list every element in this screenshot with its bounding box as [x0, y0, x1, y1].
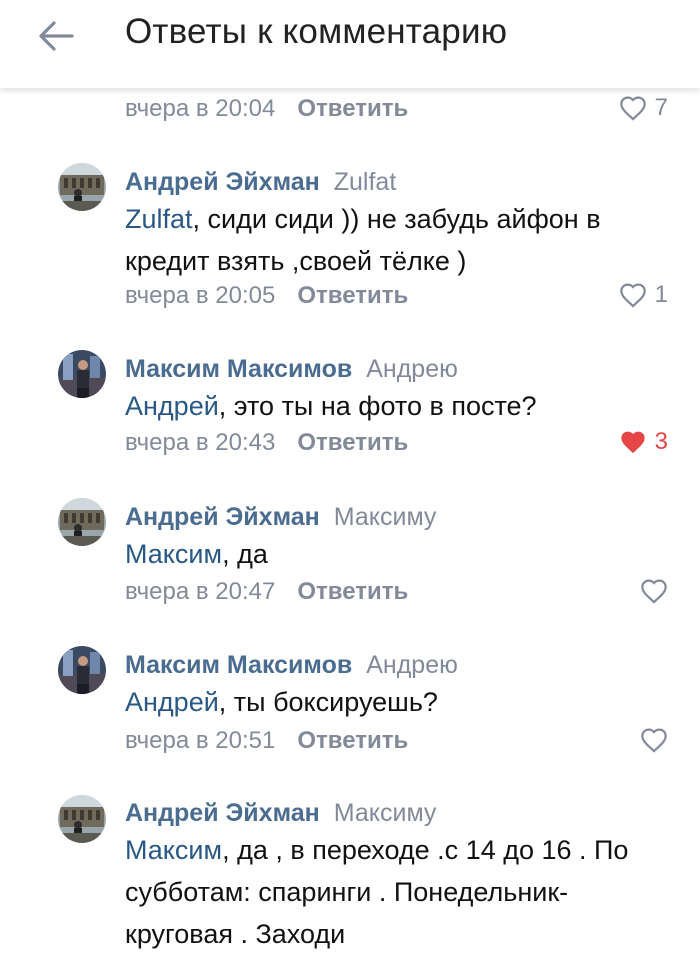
avatar-image [58, 498, 106, 546]
avatar[interactable] [58, 498, 106, 546]
like-button[interactable] [640, 727, 668, 753]
comment-meta: вчера в 20:47 Ответить [125, 578, 408, 606]
comment-text: Zulfat, сиди сиди )) не забудь айфон в к… [125, 198, 670, 282]
comment-body: , это ты на фото в посте? [218, 391, 537, 421]
reply-to[interactable]: Максиму [334, 503, 437, 531]
comment-body: , ты боксируешь? [218, 687, 438, 717]
comment-header: Андрей Эйхман Максиму [125, 503, 436, 532]
heart-icon [641, 728, 667, 753]
mention-link[interactable]: Андрей [125, 687, 219, 717]
comment-author[interactable]: Андрей Эйхман [125, 503, 320, 531]
reply-to[interactable]: Максиму [334, 799, 437, 827]
comment-author[interactable]: Максим Максимов [125, 651, 352, 679]
reply-button[interactable]: Ответить [297, 282, 408, 309]
reply-button[interactable]: Ответить [297, 429, 408, 456]
like-button[interactable] [640, 578, 668, 604]
comment-time: вчера в 20:43 [125, 429, 276, 456]
like-button[interactable]: 7 [619, 94, 668, 122]
comment-author[interactable]: Максим Максимов [125, 355, 352, 383]
heart-icon [641, 579, 667, 604]
reply-button[interactable]: Ответить [297, 727, 408, 754]
comment-body: , да [222, 539, 268, 569]
heart-icon [619, 283, 646, 308]
avatar-image [58, 350, 106, 398]
reply-button[interactable]: Ответить [297, 578, 408, 605]
reply-to[interactable]: Андрею [366, 355, 458, 383]
mention-link[interactable]: Zulfat [125, 204, 193, 234]
comment-text: Максим, да [125, 533, 670, 575]
comment-meta: вчера в 20:05 Ответить [125, 282, 408, 310]
comment-text: Максим, да , в переходе .с 14 до 16 . По… [125, 829, 670, 955]
avatar[interactable] [58, 646, 106, 694]
comment-meta: вчера в 20:04 Ответить [125, 95, 408, 123]
like-button[interactable]: 3 [619, 428, 668, 456]
comment-time: вчера в 20:05 [125, 282, 276, 309]
comment-header: Андрей Эйхман Zulfat [125, 168, 396, 197]
comment-text: Андрей, это ты на фото в посте? [125, 385, 670, 427]
comment-header: Андрей Эйхман Максиму [125, 799, 436, 828]
comment-meta: вчера в 20:51 Ответить [125, 727, 408, 755]
comment-author[interactable]: Андрей Эйхман [125, 799, 320, 827]
avatar[interactable] [58, 350, 106, 398]
avatar[interactable] [58, 795, 106, 843]
arrow-left-icon [39, 21, 74, 51]
top-app-bar: Ответы к комментарию [0, 0, 700, 88]
mention-link[interactable]: Максим [125, 539, 222, 569]
comment-time: вчера в 20:04 [125, 95, 276, 122]
like-count: 7 [654, 94, 668, 121]
like-count: 1 [654, 281, 668, 308]
comment-author[interactable]: Андрей Эйхман [125, 168, 320, 196]
mention-link[interactable]: Андрей [125, 391, 219, 421]
page-title: Ответы к комментарию [125, 12, 508, 51]
reply-button[interactable]: Ответить [297, 95, 408, 122]
back-button[interactable] [36, 18, 76, 54]
avatar-image [58, 163, 106, 211]
avatar[interactable] [58, 163, 106, 211]
comment-header: Максим Максимов Андрею [125, 355, 458, 384]
comment-header: Максим Максимов Андрею [125, 651, 458, 680]
comment-meta: вчера в 20:43 Ответить [125, 429, 408, 457]
avatar-image [58, 795, 106, 843]
comment-time: вчера в 20:51 [125, 727, 276, 754]
avatar-image [58, 646, 106, 694]
mention-link[interactable]: Максим [125, 835, 222, 865]
heart-filled-icon [620, 431, 645, 454]
heart-icon [619, 96, 646, 121]
reply-to[interactable]: Андрею [366, 651, 458, 679]
reply-to[interactable]: Zulfat [334, 168, 397, 196]
comment-time: вчера в 20:47 [125, 578, 276, 605]
comment-text: Андрей, ты боксируешь? [125, 681, 670, 723]
next-comment-meta-clipped [0, 944, 700, 957]
like-button[interactable]: 1 [619, 281, 668, 309]
like-count: 3 [654, 428, 668, 455]
comment-body: , сиди сиди )) не забудь айфон в кредит … [125, 204, 601, 276]
